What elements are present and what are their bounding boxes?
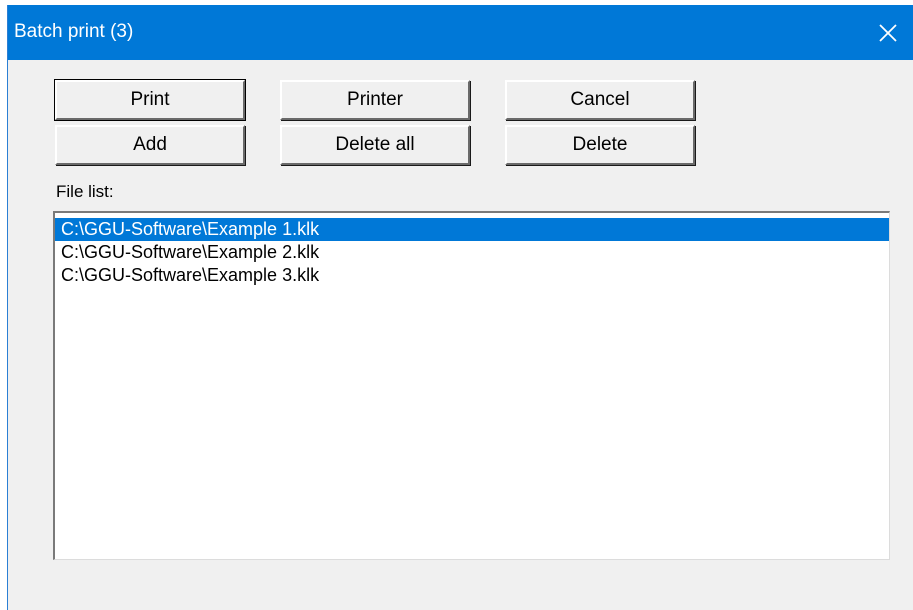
list-item[interactable]: C:\GGU-Software\Example 2.klk xyxy=(55,241,889,264)
list-item[interactable]: C:\GGU-Software\Example 1.klk xyxy=(55,218,889,241)
file-list[interactable]: C:\GGU-Software\Example 1.klk C:\GGU-Sof… xyxy=(53,211,890,560)
print-button-label: Print xyxy=(130,89,170,110)
close-button[interactable] xyxy=(863,5,913,60)
cancel-button[interactable]: Cancel xyxy=(505,80,695,120)
print-button[interactable]: Print xyxy=(54,79,246,121)
printer-button-label: Printer xyxy=(347,89,403,110)
list-item[interactable]: C:\GGU-Software\Example 3.klk xyxy=(55,264,889,287)
dialog-title: Batch print (3) xyxy=(14,21,134,42)
title-bar: Batch print (3) xyxy=(8,5,913,60)
cancel-button-label: Cancel xyxy=(570,89,630,110)
delete-all-button[interactable]: Delete all xyxy=(280,125,470,165)
batch-print-dialog: Batch print (3) Print Printer Cancel Add… xyxy=(7,5,913,610)
delete-button-label: Delete xyxy=(572,134,628,155)
delete-all-button-label: Delete all xyxy=(335,134,415,155)
close-icon xyxy=(879,23,897,42)
delete-button[interactable]: Delete xyxy=(505,125,695,165)
add-button-label: Add xyxy=(133,134,167,155)
printer-button[interactable]: Printer xyxy=(280,80,470,120)
add-button[interactable]: Add xyxy=(55,125,245,165)
file-list-label: File list: xyxy=(56,182,114,201)
